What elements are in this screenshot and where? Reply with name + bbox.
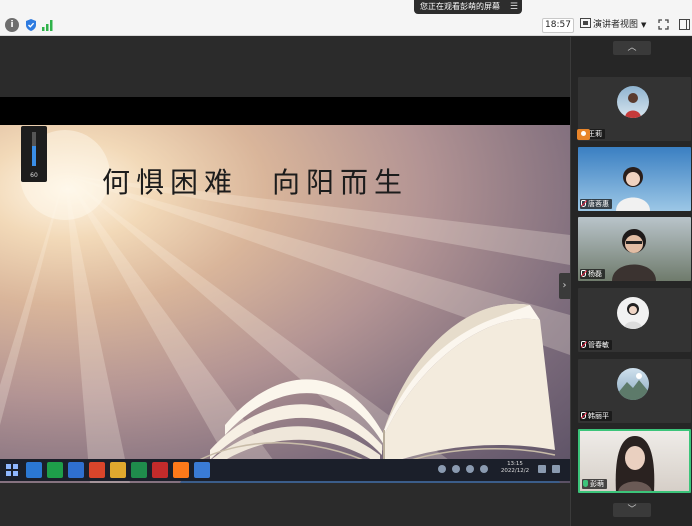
tray-icon <box>480 465 488 473</box>
taskbar-app-icon <box>110 462 126 478</box>
open-book-image <box>180 303 560 483</box>
name-tag: 韩丽平 <box>580 411 612 421</box>
tray-icon <box>438 465 446 473</box>
taskbar-clock: 13:15 2022/12/2 <box>498 461 532 475</box>
video-feed <box>612 229 656 281</box>
name-tag: 管春敏 <box>580 340 612 350</box>
scroll-up-button[interactable]: ︿ <box>613 41 651 55</box>
participant-tile[interactable]: 杨磊 <box>578 217 691 281</box>
fullscreen-icon[interactable] <box>658 19 669 30</box>
speaker-view-icon <box>580 18 591 28</box>
participant-tile[interactable]: 管春敏 <box>578 288 691 352</box>
taskbar-app-icon <box>47 462 63 478</box>
mic-muted-icon <box>581 200 586 207</box>
shared-taskbar: 13:15 2022/12/2 <box>0 459 570 481</box>
taskbar-app-icon <box>89 462 105 478</box>
menu-icon[interactable]: ☰ <box>510 0 518 14</box>
mic-muted-icon <box>581 412 586 419</box>
taskbar-time: 13:15 <box>507 461 523 467</box>
sidebar-toggle-icon[interactable] <box>679 19 690 30</box>
participant-name: 管春敏 <box>588 341 609 349</box>
signal-icon[interactable] <box>41 18 55 32</box>
taskbar-app-icon <box>173 462 189 478</box>
host-icon <box>577 129 590 140</box>
meeting-window: 您正在观看彭萌的屏幕 ☰ i 18:57 演讲者视图 ▼ 60 何惧困难 向阳而… <box>0 0 692 526</box>
info-icon[interactable]: i <box>5 18 19 32</box>
taskbar-app-icon <box>152 462 168 478</box>
action-center-icon <box>552 465 560 473</box>
shared-screen: 60 何惧困难 向阳而生 › 13:15 2022/12/2 <box>0 37 570 526</box>
taskbar-app-icon <box>194 462 210 478</box>
participant-tile[interactable]: 韩丽平 <box>578 359 691 423</box>
avatar <box>617 368 649 400</box>
participant-name: 韩丽平 <box>588 412 609 420</box>
slide-title: 何惧困难 向阳而生 <box>102 166 409 199</box>
collapse-panel-button[interactable]: › <box>559 273 570 299</box>
presentation-slide: 60 何惧困难 向阳而生 <box>0 125 570 483</box>
volume-fill <box>32 146 36 166</box>
tray-icon <box>466 465 474 473</box>
tray-icon <box>452 465 460 473</box>
taskbar-date: 2022/12/2 <box>500 468 530 474</box>
slide-top-band <box>0 97 570 125</box>
taskbar-app-icon <box>26 462 42 478</box>
sharing-notice-text: 您正在观看彭萌的屏幕 <box>420 2 500 11</box>
participant-tile-speaking[interactable]: 彭萌 <box>578 429 691 493</box>
scroll-down-button[interactable]: ﹀ <box>613 503 651 517</box>
view-mode-dropdown[interactable]: 演讲者视图 ▼ <box>580 18 650 33</box>
mic-muted-icon <box>581 341 586 348</box>
participant-name: 王莉 <box>588 130 602 138</box>
participant-name: 彭萌 <box>590 480 604 488</box>
shield-icon[interactable] <box>24 18 38 32</box>
mic-active-icon <box>583 480 588 487</box>
participant-tile[interactable]: 王莉 <box>578 77 691 141</box>
participant-panel: ︿ 王莉 唐蓉惠 杨磊 管春敏 韩丽平 彭萌 ﹀ <box>570 37 692 526</box>
video-feed <box>616 167 650 211</box>
name-tag: 彭萌 <box>582 479 607 489</box>
meeting-timer: 18:57 <box>542 18 574 33</box>
name-tag: 唐蓉惠 <box>580 199 612 209</box>
video-feed <box>615 436 655 491</box>
mic-muted-icon <box>581 270 586 277</box>
taskbar-app-icon <box>131 462 147 478</box>
participant-name: 杨磊 <box>588 270 602 278</box>
sharing-notice[interactable]: 您正在观看彭萌的屏幕 ☰ <box>414 0 522 14</box>
start-menu-icon <box>6 464 18 476</box>
avatar <box>617 297 649 329</box>
taskbar-app-icon <box>68 462 84 478</box>
top-toolbar: 您正在观看彭萌的屏幕 ☰ i 18:57 演讲者视图 ▼ <box>0 0 692 36</box>
volume-label: 60 <box>30 172 38 179</box>
participant-tile[interactable]: 唐蓉惠 <box>578 147 691 211</box>
participant-name: 唐蓉惠 <box>588 200 609 208</box>
name-tag: 杨磊 <box>580 269 605 279</box>
volume-slider[interactable]: 60 <box>21 126 47 182</box>
notification-icon <box>538 465 546 473</box>
chevron-down-icon: ▼ <box>641 21 647 29</box>
view-mode-label: 演讲者视图 <box>593 20 639 30</box>
avatar <box>617 86 649 118</box>
